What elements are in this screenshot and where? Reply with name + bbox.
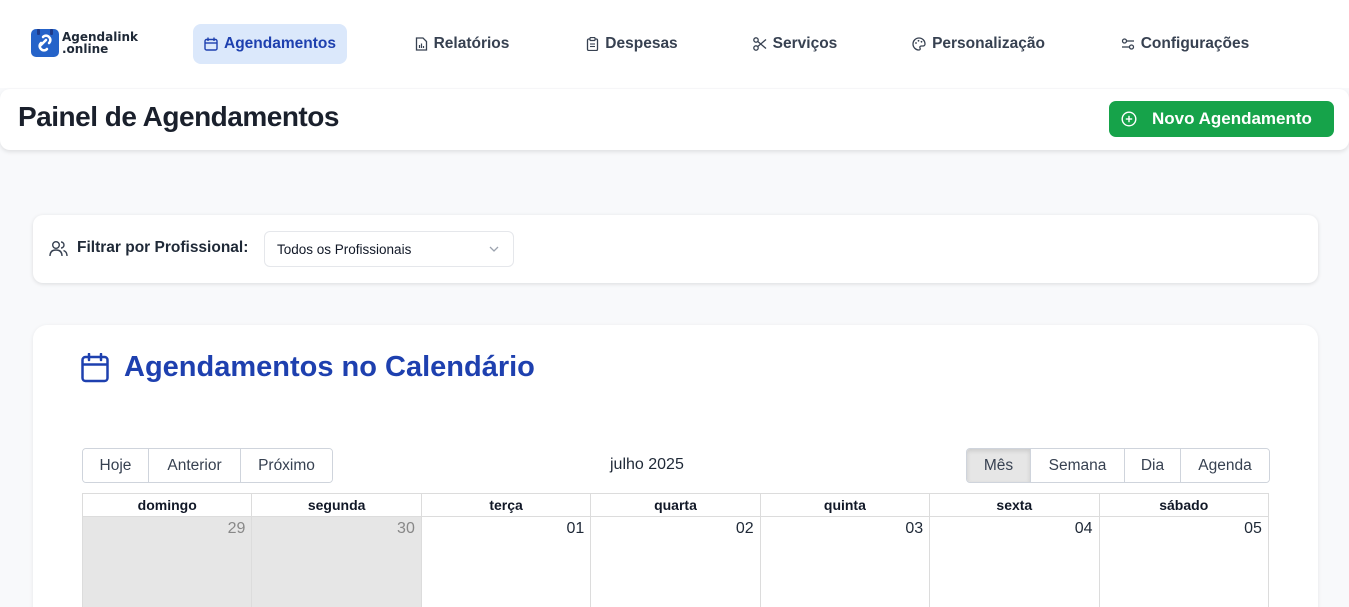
day-cell[interactable]: 03: [761, 517, 931, 607]
link-icon: [31, 29, 59, 57]
view-week-button[interactable]: Semana: [1031, 449, 1125, 482]
calendar-title: Agendamentos no Calendário: [124, 351, 535, 383]
nav-label: Agendamentos: [224, 35, 336, 52]
today-button[interactable]: Hoje: [83, 449, 149, 482]
nav-label: Relatórios: [433, 35, 510, 52]
day-cell[interactable]: 01: [422, 517, 592, 607]
filter-card: Filtrar por Profissional: Todos os Profi…: [33, 215, 1318, 283]
logo[interactable]: Agendalink .online: [31, 29, 138, 57]
report-icon: [415, 37, 427, 51]
view-day-button[interactable]: Dia: [1125, 449, 1181, 482]
calendar-period-label: julho 2025: [610, 456, 684, 473]
plus-circle-icon: [1121, 111, 1137, 127]
new-appointment-button[interactable]: Novo Agendamento: [1109, 101, 1334, 137]
filter-label-group: Filtrar por Profissional:: [49, 239, 248, 257]
weekday-header: domingo: [83, 494, 253, 516]
nav-agendamentos[interactable]: Agendamentos: [193, 24, 347, 64]
sliders-icon: [1121, 38, 1134, 50]
professional-select[interactable]: Todos os Profissionais: [264, 231, 514, 267]
nav-label: Serviços: [772, 35, 838, 52]
weekday-header: terça: [422, 494, 592, 516]
next-button[interactable]: Próximo: [241, 449, 332, 482]
calendar-icon: [204, 37, 218, 51]
week-row: 29 30 01 02 03 04 05: [83, 517, 1268, 607]
day-cell[interactable]: 30: [252, 517, 422, 607]
weekday-header: segunda: [252, 494, 422, 516]
professional-select-value: Todos os Profissionais: [277, 241, 412, 257]
page-header: Painel de Agendamentos Novo Agendamento: [0, 89, 1349, 150]
top-navigation: Agendalink .online Agendamentos Relatóri…: [0, 0, 1349, 88]
calendar-icon: [81, 352, 109, 382]
filter-label: Filtrar por Profissional:: [77, 239, 249, 256]
nav-configuracoes[interactable]: Configurações: [1111, 24, 1259, 64]
nav-label: Despesas: [605, 35, 678, 52]
nav-servicos[interactable]: Serviços: [744, 24, 846, 64]
nav-label: Personalização: [932, 35, 1045, 52]
new-appointment-label: Novo Agendamento: [1152, 109, 1312, 128]
day-cell[interactable]: 02: [591, 517, 761, 607]
logo-line-2: .online: [62, 42, 109, 56]
calendar-card: Agendamentos no Calendário Hoje Anterior…: [33, 325, 1318, 607]
calendar-view-group: Mês Semana Dia Agenda: [966, 448, 1270, 483]
page-title: Painel de Agendamentos: [18, 101, 339, 132]
view-agenda-button[interactable]: Agenda: [1181, 449, 1269, 482]
clipboard-icon: [587, 37, 599, 51]
calendar-nav-group: Hoje Anterior Próximo: [82, 448, 333, 483]
weekday-header: sábado: [1159, 497, 1209, 513]
previous-button[interactable]: Anterior: [149, 449, 241, 482]
day-cell[interactable]: 05: [1100, 517, 1268, 607]
month-grid: domingo segunda terça quarta quinta sext…: [82, 493, 1269, 607]
day-cell[interactable]: 29: [83, 517, 253, 607]
users-icon: [49, 240, 68, 256]
nav-despesas[interactable]: Despesas: [578, 24, 686, 64]
calendar-toolbar: Hoje Anterior Próximo julho 2025 Mês Sem…: [82, 448, 1270, 483]
weekday-header: quinta: [761, 494, 931, 516]
nav-personalizacao[interactable]: Personalização: [904, 24, 1053, 64]
chevron-down-icon: [489, 246, 499, 252]
weekday-header-row: domingo segunda terça quarta quinta sext…: [83, 494, 1268, 517]
weekday-header: quarta: [591, 494, 761, 516]
palette-icon: [912, 37, 926, 51]
weekday-header: sexta: [930, 494, 1100, 516]
calendar-title-group: Agendamentos no Calendário: [81, 351, 535, 384]
view-month-button[interactable]: Mês: [967, 449, 1031, 482]
day-cell[interactable]: 04: [930, 517, 1100, 607]
scissors-icon: [752, 37, 767, 51]
nav-relatorios[interactable]: Relatórios: [404, 24, 520, 64]
nav-label: Configurações: [1140, 35, 1250, 52]
